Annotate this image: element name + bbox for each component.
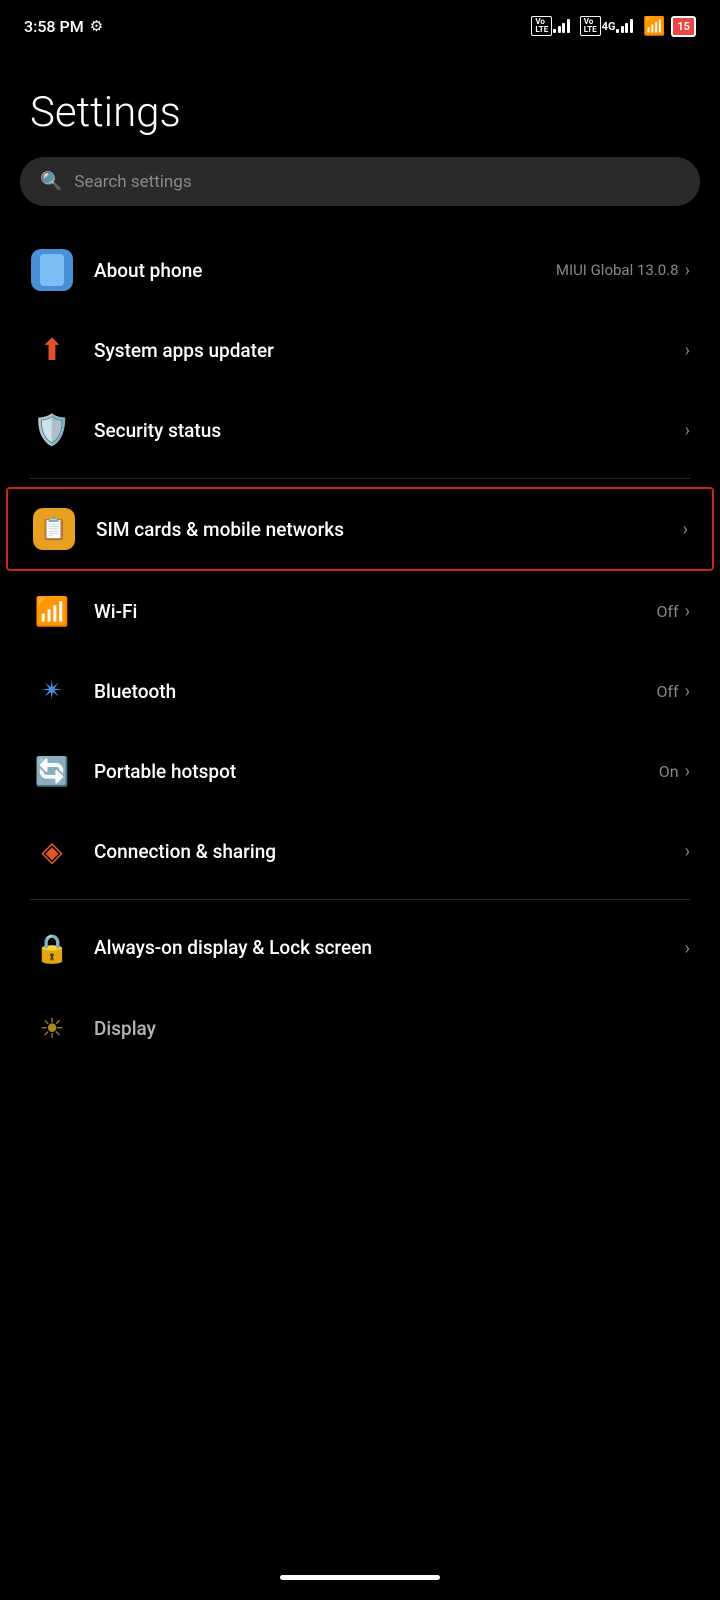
- about-phone-chevron: ›: [685, 260, 690, 281]
- always-on-display-label: Always-on display & Lock screen: [94, 936, 372, 961]
- bottom-nav: [0, 1565, 720, 1600]
- battery-icon: 15: [671, 16, 696, 37]
- display-icon: ☀: [30, 1006, 74, 1050]
- hotspot-icon: 🔄: [30, 749, 74, 793]
- page-title: Settings: [0, 48, 720, 157]
- status-bar: 3:58 PM ⚙ VoLTE VoLTE 4G 📶: [0, 0, 720, 48]
- settings-item-wifi[interactable]: 📶 Wi-Fi Off ›: [0, 571, 720, 651]
- volte-4g-icon: VoLTE 4G: [580, 16, 633, 36]
- connection-sharing-label: Connection & sharing: [94, 840, 276, 863]
- security-icon: 🛡️: [30, 408, 74, 452]
- search-placeholder: Search settings: [74, 172, 191, 192]
- wifi-status: Off: [656, 602, 678, 621]
- settings-item-connection-sharing[interactable]: ◈ Connection & sharing ›: [0, 811, 720, 891]
- gear-icon: ⚙: [90, 17, 103, 35]
- status-icons: VoLTE VoLTE 4G 📶 15: [531, 16, 696, 37]
- wifi-chevron: ›: [685, 601, 690, 622]
- divider-1: [30, 478, 690, 479]
- hotspot-chevron: ›: [685, 761, 690, 782]
- about-phone-label: About phone: [94, 259, 202, 282]
- display-label: Display: [94, 1017, 156, 1040]
- about-phone-sublabel: MIUI Global 13.0.8: [556, 261, 679, 279]
- settings-list: About phone MIUI Global 13.0.8 › ⬆ Syste…: [0, 230, 720, 1068]
- signal-bars-1: [553, 19, 570, 33]
- settings-item-sim-cards[interactable]: 📋 SIM cards & mobile networks ›: [6, 487, 714, 571]
- always-on-display-chevron: ›: [685, 938, 690, 959]
- hotspot-status: On: [659, 762, 679, 781]
- security-status-chevron: ›: [685, 420, 690, 441]
- sim-cards-label: SIM cards & mobile networks: [96, 518, 344, 541]
- settings-item-always-on-display[interactable]: 🔒 Always-on display & Lock screen ›: [0, 908, 720, 988]
- settings-item-about-phone[interactable]: About phone MIUI Global 13.0.8 ›: [0, 230, 720, 310]
- lock-icon: 🔒: [30, 926, 74, 970]
- settings-item-security-status[interactable]: 🛡️ Security status ›: [0, 390, 720, 470]
- about-phone-icon: [30, 248, 74, 292]
- bluetooth-icon: ✴: [30, 669, 74, 713]
- search-bar[interactable]: 🔍 Search settings: [20, 157, 700, 206]
- bluetooth-chevron: ›: [685, 681, 690, 702]
- bluetooth-label: Bluetooth: [94, 680, 176, 703]
- settings-item-bluetooth[interactable]: ✴ Bluetooth Off ›: [0, 651, 720, 731]
- system-apps-chevron: ›: [685, 340, 690, 361]
- wifi-status-icon: 📶: [643, 16, 665, 37]
- settings-item-portable-hotspot[interactable]: 🔄 Portable hotspot On ›: [0, 731, 720, 811]
- signal-bars-2: [616, 19, 633, 33]
- bluetooth-status: Off: [656, 682, 678, 701]
- volte-icon-1: VoLTE: [531, 16, 569, 36]
- status-time: 3:58 PM ⚙: [24, 17, 103, 36]
- system-apps-icon: ⬆: [30, 328, 74, 372]
- wifi-icon: 📶: [30, 589, 74, 633]
- search-icon: 🔍: [40, 171, 62, 192]
- settings-item-display[interactable]: ☀ Display: [0, 988, 720, 1068]
- security-status-label: Security status: [94, 419, 221, 442]
- sim-cards-chevron: ›: [683, 519, 688, 540]
- divider-2: [30, 899, 690, 900]
- sim-cards-icon: 📋: [32, 507, 76, 551]
- bottom-indicator: [280, 1575, 440, 1580]
- system-apps-label: System apps updater: [94, 339, 274, 362]
- settings-item-system-apps-updater[interactable]: ⬆ System apps updater ›: [0, 310, 720, 390]
- connection-icon: ◈: [30, 829, 74, 873]
- connection-sharing-chevron: ›: [685, 841, 690, 862]
- wifi-label: Wi-Fi: [94, 600, 137, 623]
- hotspot-label: Portable hotspot: [94, 760, 236, 783]
